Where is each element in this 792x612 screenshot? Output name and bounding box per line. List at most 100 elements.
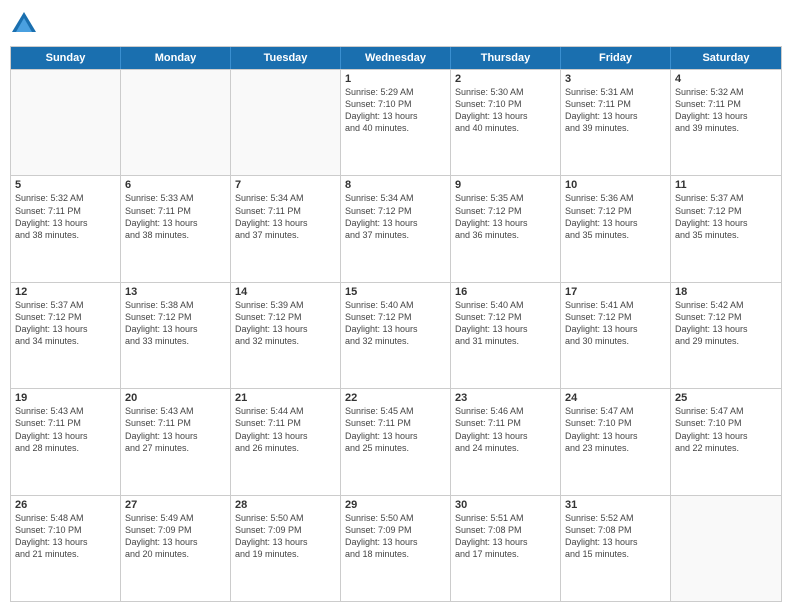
day-info: Sunrise: 5:47 AM Sunset: 7:10 PM Dayligh… [675, 405, 777, 454]
calendar-row-5: 26Sunrise: 5:48 AM Sunset: 7:10 PM Dayli… [11, 495, 781, 601]
day-number: 17 [565, 286, 666, 298]
day-number: 4 [675, 73, 777, 85]
day-number: 3 [565, 73, 666, 85]
day-number: 27 [125, 499, 226, 511]
day-number: 28 [235, 499, 336, 511]
day-info: Sunrise: 5:41 AM Sunset: 7:12 PM Dayligh… [565, 299, 666, 348]
day-number: 30 [455, 499, 556, 511]
calendar-row-4: 19Sunrise: 5:43 AM Sunset: 7:11 PM Dayli… [11, 388, 781, 494]
calendar-cell: 13Sunrise: 5:38 AM Sunset: 7:12 PM Dayli… [121, 283, 231, 388]
day-info: Sunrise: 5:43 AM Sunset: 7:11 PM Dayligh… [125, 405, 226, 454]
calendar-cell: 12Sunrise: 5:37 AM Sunset: 7:12 PM Dayli… [11, 283, 121, 388]
day-info: Sunrise: 5:40 AM Sunset: 7:12 PM Dayligh… [455, 299, 556, 348]
day-header-monday: Monday [121, 47, 231, 69]
day-info: Sunrise: 5:33 AM Sunset: 7:11 PM Dayligh… [125, 192, 226, 241]
day-number: 19 [15, 392, 116, 404]
day-info: Sunrise: 5:42 AM Sunset: 7:12 PM Dayligh… [675, 299, 777, 348]
calendar-cell: 21Sunrise: 5:44 AM Sunset: 7:11 PM Dayli… [231, 389, 341, 494]
calendar-cell: 22Sunrise: 5:45 AM Sunset: 7:11 PM Dayli… [341, 389, 451, 494]
day-number: 11 [675, 179, 777, 191]
header [10, 10, 782, 38]
day-info: Sunrise: 5:50 AM Sunset: 7:09 PM Dayligh… [345, 512, 446, 561]
day-number: 14 [235, 286, 336, 298]
calendar-row-2: 5Sunrise: 5:32 AM Sunset: 7:11 PM Daylig… [11, 175, 781, 281]
calendar-cell: 25Sunrise: 5:47 AM Sunset: 7:10 PM Dayli… [671, 389, 781, 494]
day-header-tuesday: Tuesday [231, 47, 341, 69]
day-number: 29 [345, 499, 446, 511]
calendar: SundayMondayTuesdayWednesdayThursdayFrid… [10, 46, 782, 602]
day-info: Sunrise: 5:34 AM Sunset: 7:12 PM Dayligh… [345, 192, 446, 241]
calendar-cell: 1Sunrise: 5:29 AM Sunset: 7:10 PM Daylig… [341, 70, 451, 175]
day-info: Sunrise: 5:48 AM Sunset: 7:10 PM Dayligh… [15, 512, 116, 561]
day-info: Sunrise: 5:47 AM Sunset: 7:10 PM Dayligh… [565, 405, 666, 454]
calendar-cell [121, 70, 231, 175]
day-info: Sunrise: 5:29 AM Sunset: 7:10 PM Dayligh… [345, 86, 446, 135]
calendar-cell: 3Sunrise: 5:31 AM Sunset: 7:11 PM Daylig… [561, 70, 671, 175]
day-number: 13 [125, 286, 226, 298]
day-number: 2 [455, 73, 556, 85]
day-info: Sunrise: 5:36 AM Sunset: 7:12 PM Dayligh… [565, 192, 666, 241]
calendar-cell: 14Sunrise: 5:39 AM Sunset: 7:12 PM Dayli… [231, 283, 341, 388]
day-number: 8 [345, 179, 446, 191]
day-number: 15 [345, 286, 446, 298]
page: SundayMondayTuesdayWednesdayThursdayFrid… [0, 0, 792, 612]
day-info: Sunrise: 5:40 AM Sunset: 7:12 PM Dayligh… [345, 299, 446, 348]
day-number: 21 [235, 392, 336, 404]
calendar-cell: 6Sunrise: 5:33 AM Sunset: 7:11 PM Daylig… [121, 176, 231, 281]
calendar-cell: 4Sunrise: 5:32 AM Sunset: 7:11 PM Daylig… [671, 70, 781, 175]
day-number: 1 [345, 73, 446, 85]
day-number: 25 [675, 392, 777, 404]
day-info: Sunrise: 5:37 AM Sunset: 7:12 PM Dayligh… [15, 299, 116, 348]
calendar-cell: 18Sunrise: 5:42 AM Sunset: 7:12 PM Dayli… [671, 283, 781, 388]
calendar-body: 1Sunrise: 5:29 AM Sunset: 7:10 PM Daylig… [11, 69, 781, 601]
calendar-cell: 16Sunrise: 5:40 AM Sunset: 7:12 PM Dayli… [451, 283, 561, 388]
day-number: 31 [565, 499, 666, 511]
calendar-cell: 29Sunrise: 5:50 AM Sunset: 7:09 PM Dayli… [341, 496, 451, 601]
day-info: Sunrise: 5:37 AM Sunset: 7:12 PM Dayligh… [675, 192, 777, 241]
calendar-cell: 28Sunrise: 5:50 AM Sunset: 7:09 PM Dayli… [231, 496, 341, 601]
day-info: Sunrise: 5:46 AM Sunset: 7:11 PM Dayligh… [455, 405, 556, 454]
day-number: 6 [125, 179, 226, 191]
day-info: Sunrise: 5:51 AM Sunset: 7:08 PM Dayligh… [455, 512, 556, 561]
calendar-cell: 9Sunrise: 5:35 AM Sunset: 7:12 PM Daylig… [451, 176, 561, 281]
day-number: 9 [455, 179, 556, 191]
calendar-cell: 19Sunrise: 5:43 AM Sunset: 7:11 PM Dayli… [11, 389, 121, 494]
calendar-cell: 15Sunrise: 5:40 AM Sunset: 7:12 PM Dayli… [341, 283, 451, 388]
day-number: 12 [15, 286, 116, 298]
day-number: 10 [565, 179, 666, 191]
day-info: Sunrise: 5:39 AM Sunset: 7:12 PM Dayligh… [235, 299, 336, 348]
calendar-header: SundayMondayTuesdayWednesdayThursdayFrid… [11, 47, 781, 69]
day-number: 22 [345, 392, 446, 404]
day-info: Sunrise: 5:34 AM Sunset: 7:11 PM Dayligh… [235, 192, 336, 241]
day-header-sunday: Sunday [11, 47, 121, 69]
day-number: 5 [15, 179, 116, 191]
calendar-cell: 7Sunrise: 5:34 AM Sunset: 7:11 PM Daylig… [231, 176, 341, 281]
calendar-cell: 11Sunrise: 5:37 AM Sunset: 7:12 PM Dayli… [671, 176, 781, 281]
day-info: Sunrise: 5:31 AM Sunset: 7:11 PM Dayligh… [565, 86, 666, 135]
day-info: Sunrise: 5:49 AM Sunset: 7:09 PM Dayligh… [125, 512, 226, 561]
calendar-cell: 17Sunrise: 5:41 AM Sunset: 7:12 PM Dayli… [561, 283, 671, 388]
day-info: Sunrise: 5:52 AM Sunset: 7:08 PM Dayligh… [565, 512, 666, 561]
calendar-cell: 23Sunrise: 5:46 AM Sunset: 7:11 PM Dayli… [451, 389, 561, 494]
day-number: 24 [565, 392, 666, 404]
day-number: 23 [455, 392, 556, 404]
day-info: Sunrise: 5:30 AM Sunset: 7:10 PM Dayligh… [455, 86, 556, 135]
day-info: Sunrise: 5:43 AM Sunset: 7:11 PM Dayligh… [15, 405, 116, 454]
day-info: Sunrise: 5:38 AM Sunset: 7:12 PM Dayligh… [125, 299, 226, 348]
day-number: 18 [675, 286, 777, 298]
day-number: 20 [125, 392, 226, 404]
calendar-cell: 24Sunrise: 5:47 AM Sunset: 7:10 PM Dayli… [561, 389, 671, 494]
calendar-row-1: 1Sunrise: 5:29 AM Sunset: 7:10 PM Daylig… [11, 69, 781, 175]
calendar-cell: 10Sunrise: 5:36 AM Sunset: 7:12 PM Dayli… [561, 176, 671, 281]
day-number: 16 [455, 286, 556, 298]
day-header-friday: Friday [561, 47, 671, 69]
calendar-cell [11, 70, 121, 175]
day-info: Sunrise: 5:35 AM Sunset: 7:12 PM Dayligh… [455, 192, 556, 241]
calendar-cell [231, 70, 341, 175]
calendar-cell [671, 496, 781, 601]
day-info: Sunrise: 5:50 AM Sunset: 7:09 PM Dayligh… [235, 512, 336, 561]
calendar-cell: 31Sunrise: 5:52 AM Sunset: 7:08 PM Dayli… [561, 496, 671, 601]
calendar-cell: 2Sunrise: 5:30 AM Sunset: 7:10 PM Daylig… [451, 70, 561, 175]
calendar-cell: 26Sunrise: 5:48 AM Sunset: 7:10 PM Dayli… [11, 496, 121, 601]
day-number: 26 [15, 499, 116, 511]
